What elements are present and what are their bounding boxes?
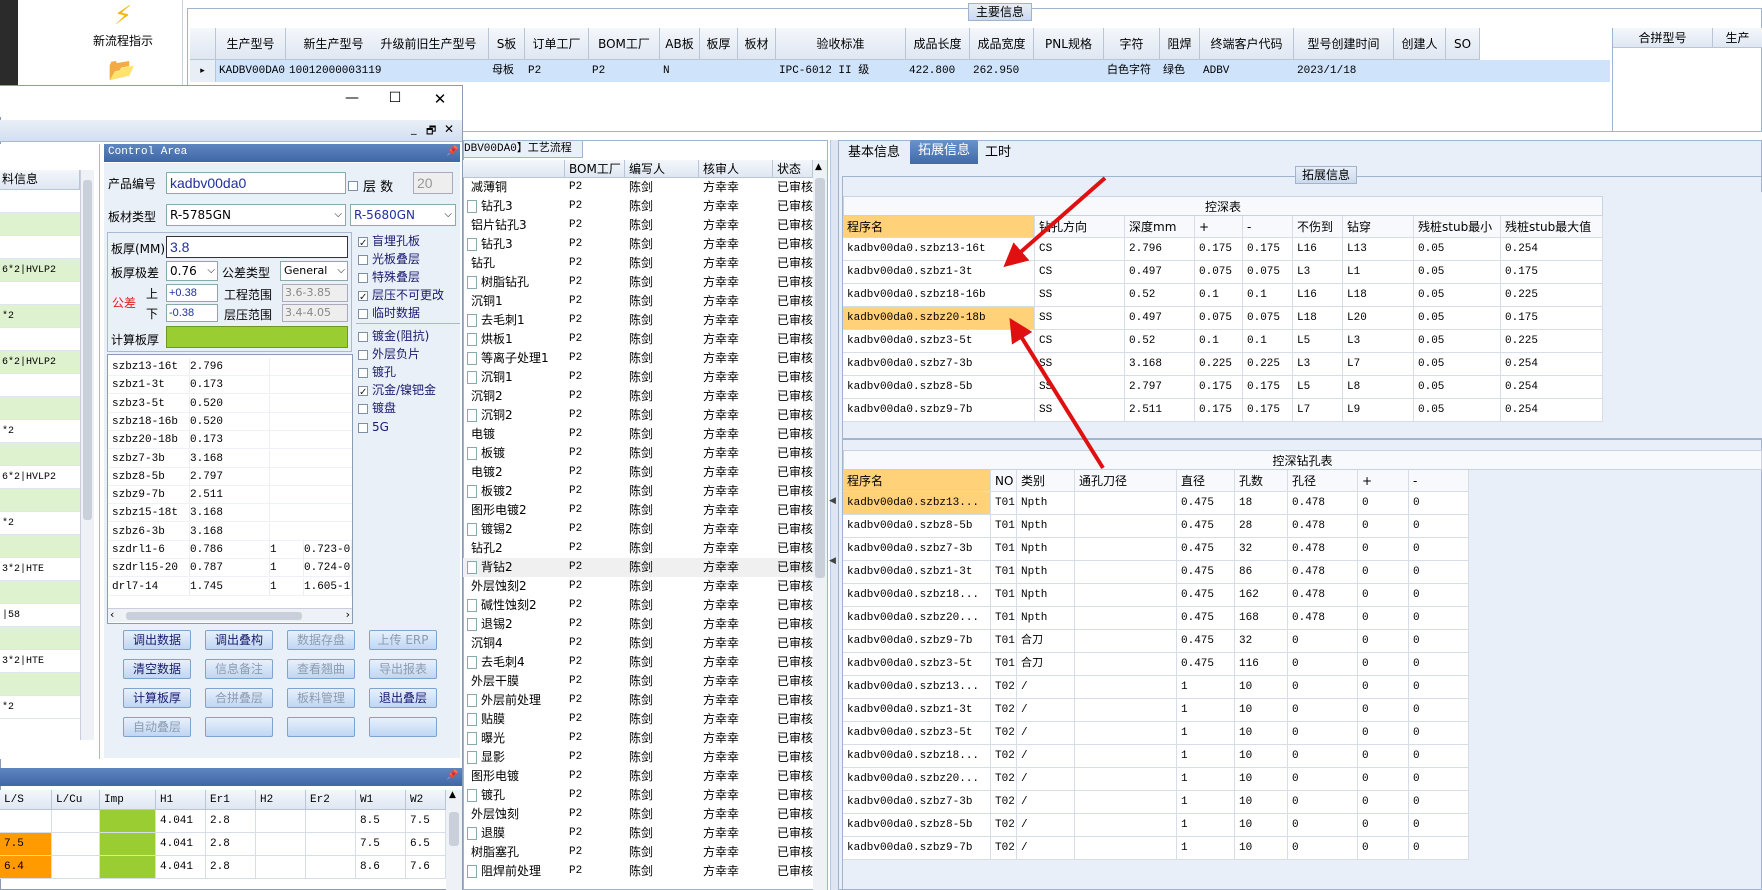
annotation-arrow-2: [1009, 317, 1105, 470]
annotation-arrow-1: [1003, 176, 1107, 268]
annotation-arrows: [1003, 176, 1107, 470]
